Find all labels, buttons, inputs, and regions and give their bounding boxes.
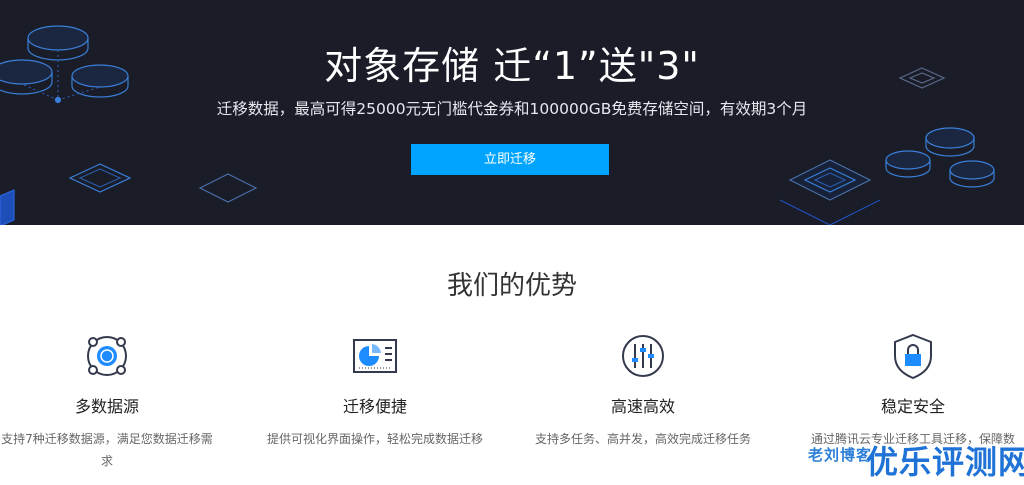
- feature-description: 提供可视化界面操作，轻松完成数据迁移: [266, 432, 483, 446]
- feature-description: 支持多任务、高并发，高效完成迁移任务: [534, 432, 751, 446]
- shield-lock-icon: [894, 333, 932, 380]
- advantages-title: 我们的优势: [446, 271, 577, 301]
- feature-stable-secure: 稳定安全 通过腾讯云专业迁移工具迁移，保障数: [798, 330, 1024, 450]
- feature-description: 支持7种迁移数据源，满足您数据迁移需求: [1, 432, 213, 468]
- watermark-big-text: 优乐评测网: [866, 443, 1024, 481]
- feature-multi-source: 多数据源 支持7种迁移数据源，满足您数据迁移需求: [0, 330, 222, 472]
- migrate-now-button[interactable]: 立即迁移: [411, 144, 609, 175]
- feature-name: 多数据源: [74, 397, 139, 416]
- feature-name: 迁移便捷: [342, 397, 407, 416]
- feature-easy-migration: 迁移便捷 提供可视化界面操作，轻松完成数据迁移: [260, 330, 490, 450]
- watermark-small-text: 老刘博客: [808, 446, 873, 464]
- hero-subtitle: 迁移数据，最高可得25000元无门槛代金券和100000GB免费存储空间，有效期…: [216, 100, 808, 118]
- feature-name: 高速高效: [610, 397, 675, 416]
- feature-high-speed: 高速高效 支持多任务、高并发，高效完成迁移任务: [528, 330, 758, 450]
- multi-source-icon: [87, 336, 127, 376]
- hero-title: 对象存储 迁“1”送"3": [324, 44, 700, 88]
- hero-banner: 对象存储 迁“1”送"3" 迁移数据，最高可得25000元无门槛代金券和1000…: [0, 0, 1024, 225]
- feature-name: 稳定安全: [880, 397, 945, 416]
- sliders-icon: [622, 335, 664, 377]
- dashboard-icon: [353, 339, 397, 373]
